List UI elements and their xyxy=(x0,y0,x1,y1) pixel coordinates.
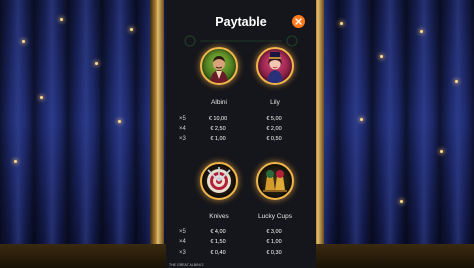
light-bulb xyxy=(380,55,383,58)
paytable-panel: Paytable Albini Lily Knives Lucky Cups ×… xyxy=(166,0,316,268)
light-bulb xyxy=(420,30,423,33)
right-curtain xyxy=(304,0,474,268)
light-bulb xyxy=(60,18,63,21)
payout-multiplier: ×4 xyxy=(179,126,186,132)
symbol-name-lucky-cups: Lucky Cups xyxy=(258,213,292,220)
payout-value-lucky-cups: € 3,00 xyxy=(266,229,282,235)
light-bulb xyxy=(95,62,98,65)
payout-value-albini: € 1,00 xyxy=(210,136,226,142)
payout-value-lily: € 2,00 xyxy=(266,126,282,132)
lily-medallion-icon xyxy=(256,47,294,85)
payout-value-lucky-cups: € 1,00 xyxy=(266,239,282,245)
payout-value-knives: € 1,50 xyxy=(210,239,226,245)
light-bulb xyxy=(340,22,343,25)
payout-value-albini: € 2,50 xyxy=(210,126,226,132)
close-icon xyxy=(295,18,302,25)
knives-target-icon xyxy=(200,162,238,200)
light-bulb xyxy=(130,28,133,31)
payout-multiplier: ×3 xyxy=(179,250,186,256)
symbol-name-lily: Lily xyxy=(270,99,280,106)
light-bulb xyxy=(22,40,25,43)
left-curtain xyxy=(0,0,170,268)
light-bulb xyxy=(455,80,458,83)
symbol-name-albini: Albini xyxy=(211,99,227,106)
lucky-cups-icon xyxy=(256,162,294,200)
payout-multiplier: ×4 xyxy=(179,239,186,245)
payout-value-albini: € 10,00 xyxy=(208,116,228,122)
light-bulb xyxy=(118,120,121,123)
ornament-decoration xyxy=(184,35,298,47)
light-bulb xyxy=(360,118,363,121)
light-bulb xyxy=(14,160,17,163)
game-name-footer: THE GREAT ALBINI 2 xyxy=(169,263,204,267)
payout-multiplier: ×5 xyxy=(179,116,186,122)
payout-value-lucky-cups: € 0,30 xyxy=(266,250,282,256)
payout-multiplier: ×5 xyxy=(179,229,186,235)
payout-value-knives: € 4,00 xyxy=(210,229,226,235)
symbol-name-knives: Knives xyxy=(209,213,229,220)
payout-value-lily: € 0,50 xyxy=(266,136,282,142)
payout-value-lily: € 5,00 xyxy=(266,116,282,122)
albini-medallion-icon xyxy=(200,47,238,85)
light-bulb xyxy=(440,150,443,153)
payout-multiplier: ×3 xyxy=(179,136,186,142)
left-golden-pillar xyxy=(150,0,164,268)
close-button[interactable] xyxy=(292,15,305,28)
light-bulb xyxy=(400,200,403,203)
payout-value-knives: € 0,40 xyxy=(210,250,226,256)
light-bulb xyxy=(40,96,43,99)
